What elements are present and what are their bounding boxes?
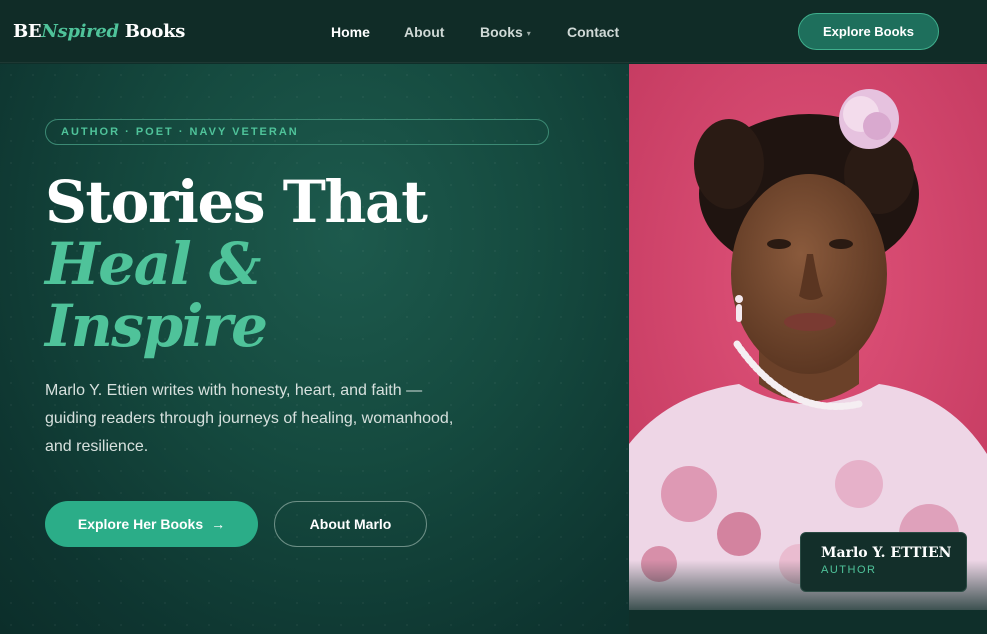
author-tagline-pill: AUTHOR · POET · NAVY VETERAN [45, 119, 549, 145]
author-name-card: Marlo Y. ETTIEN AUTHOR [800, 532, 967, 592]
author-portrait [629, 64, 987, 610]
author-portrait-illustration [629, 64, 987, 610]
explore-her-books-label: Explore Her Books [77, 516, 204, 532]
explore-books-button[interactable]: Explore Books [798, 13, 939, 50]
hero-headline: Stories That Heal & Inspire [45, 168, 428, 360]
headline-line-2: Heal & [45, 230, 261, 298]
headline-line-1: Stories That [45, 168, 428, 236]
hero-section: AUTHOR · POET · NAVY VETERAN Stories Tha… [0, 64, 629, 634]
hero-intro-text: Marlo Y. Ettien writes with honesty, hea… [45, 382, 454, 455]
headline-line-3: Inspire [45, 292, 268, 360]
about-marlo-button[interactable]: About Marlo [274, 501, 427, 547]
chevron-down-icon: ▾ [526, 28, 531, 38]
nav-link-books[interactable]: Books ▾ [480, 24, 531, 40]
arrow-right-icon: → [211, 516, 226, 532]
nav-link-about[interactable]: About [404, 24, 444, 40]
author-role: AUTHOR [821, 564, 877, 576]
nav-link-contact[interactable]: Contact [567, 24, 619, 40]
explore-her-books-button[interactable]: Explore Her Books → [45, 501, 258, 547]
author-name: Marlo Y. ETTIEN [821, 545, 952, 561]
top-navbar: BENspired Books Home About Books ▾ Contac… [0, 0, 987, 63]
nav-link-home[interactable]: Home [331, 24, 370, 40]
nav-link-books-label: Books [480, 24, 523, 40]
